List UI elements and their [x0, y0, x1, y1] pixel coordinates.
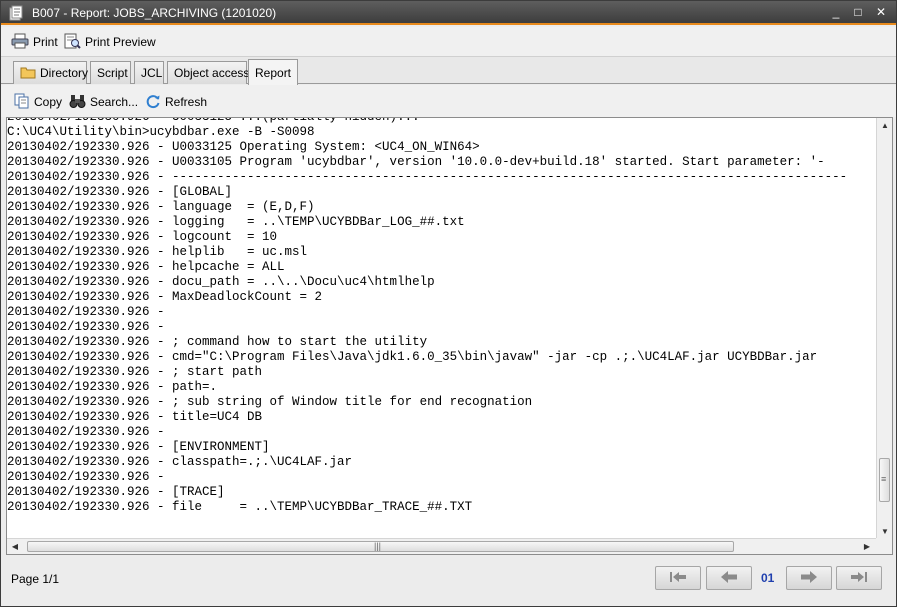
report-line: 20130402/192330.926 - [TRACE] [7, 485, 225, 499]
report-line: 20130402/192330.926 - ; command how to s… [7, 335, 428, 349]
arrow-left-icon [719, 570, 739, 587]
main-toolbar: Print Print Preview [1, 27, 896, 57]
print-preview-button[interactable]: Print Preview [63, 32, 156, 52]
window-title: B007 - Report: JOBS_ARCHIVING (1201020) [32, 6, 277, 20]
report-line: 20130402/192330.926 - path=. [7, 380, 218, 394]
binoculars-icon [69, 93, 86, 112]
copy-label: Copy [34, 95, 63, 109]
print-label: Print [33, 35, 58, 49]
current-page-number: 01 [761, 571, 775, 585]
page-indicator: Page 1/1 [11, 572, 60, 586]
report-line: 20130402/192330.926 - [ENVIRONMENT] [7, 440, 270, 454]
report-line: 20130402/192330.926 - [GLOBAL] [7, 185, 233, 199]
report-line: 20130402/192330.926 - U0033105 Program '… [7, 155, 825, 169]
grip-icon: ≡ [881, 474, 887, 484]
report-line: 20130402/192330.926 - classpath=.;.\UC4L… [7, 455, 353, 469]
print-preview-label: Print Preview [85, 35, 156, 49]
copy-button[interactable]: Copy [14, 92, 62, 112]
vertical-scrollbar[interactable]: ▲ ≡ ▼ [876, 118, 892, 540]
report-window-icon [8, 5, 24, 21]
previous-page-button[interactable] [706, 566, 752, 590]
report-toolbar: Copy Search... Refresh [1, 85, 896, 117]
status-bar: Page 1/1 01 [1, 557, 896, 606]
title-bar[interactable]: B007 - Report: JOBS_ARCHIVING (1201020) … [1, 1, 896, 25]
search-button[interactable]: Search... [69, 92, 138, 112]
report-line: 20130402/192330.926 - helpcache = ALL [7, 260, 285, 274]
report-window: B007 - Report: JOBS_ARCHIVING (1201020) … [0, 0, 897, 607]
tab-directory-label: Directory [40, 66, 89, 80]
scroll-left-arrow-icon[interactable]: ◀ [7, 539, 23, 554]
print-button[interactable]: Print [11, 32, 58, 52]
report-line: 20130402/192330.926 - language = (E,D,F) [7, 200, 315, 214]
vertical-scroll-thumb[interactable]: ≡ [879, 458, 890, 502]
tab-report[interactable]: Report [248, 59, 298, 85]
folder-icon [20, 65, 36, 82]
report-line: 20130402/192330.926 - MaxDeadlockCount =… [7, 290, 323, 304]
report-line: 20130402/192330.926 - [7, 320, 173, 334]
scroll-corner [876, 538, 892, 554]
horizontal-scrollbar[interactable]: ◀ ||| ▶ [7, 538, 876, 554]
next-page-button[interactable] [786, 566, 832, 590]
refresh-label: Refresh [165, 95, 208, 109]
report-line: 20130402/192330.926 - ; start path [7, 365, 263, 379]
last-page-button[interactable] [836, 566, 882, 590]
report-line: 20130402/192330.926 - title=UC4 DB [7, 410, 263, 424]
report-viewer[interactable]: 20130402/192330.926 - U0033125 ...(parti… [6, 117, 893, 555]
first-page-icon [668, 570, 688, 587]
report-line: 20130402/192330.926 - ------------------… [7, 170, 848, 184]
last-page-icon [849, 570, 869, 587]
report-line: 20130402/192330.926 - docu_path = ..\..\… [7, 275, 435, 289]
report-line: 20130402/192330.926 - file = ..\TEMP\UCY… [7, 500, 473, 514]
horizontal-scroll-thumb[interactable]: ||| [27, 541, 734, 552]
report-line: 20130402/192330.926 - U0033125 ...(parti… [7, 117, 420, 124]
arrow-right-icon [799, 570, 819, 587]
minimize-icon[interactable]: _ [828, 4, 844, 20]
report-line: 20130402/192330.926 - [7, 425, 173, 439]
tab-jcl[interactable]: JCL [134, 61, 164, 84]
grip-icon: ||| [374, 541, 382, 551]
tab-directory[interactable]: Directory [13, 61, 89, 84]
report-line: 20130402/192330.926 - cmd="C:\Program Fi… [7, 350, 818, 364]
report-line: 20130402/192330.926 - [7, 305, 173, 319]
tab-object-access-label: Object access [174, 66, 250, 80]
print-preview-icon [63, 33, 81, 52]
tab-report-label: Report [255, 65, 292, 80]
report-text[interactable]: 20130402/192330.926 - U0033125 ...(parti… [7, 117, 877, 540]
search-label: Search... [90, 95, 139, 109]
tab-script[interactable]: Script [90, 61, 131, 84]
close-icon[interactable]: ✕ [873, 4, 889, 20]
copy-icon [14, 93, 30, 112]
refresh-button[interactable]: Refresh [145, 92, 207, 112]
printer-icon [11, 33, 29, 52]
maximize-icon[interactable]: □ [850, 4, 866, 20]
report-line: C:\UC4\Utility\bin>ucybdbar.exe -B -S009… [7, 125, 315, 139]
report-line: 20130402/192330.926 - ; sub string of Wi… [7, 395, 533, 409]
tab-script-label: Script [97, 66, 128, 80]
scroll-up-arrow-icon[interactable]: ▲ [877, 118, 892, 134]
report-line: 20130402/192330.926 - helplib = uc.msl [7, 245, 308, 259]
report-line: 20130402/192330.926 - U0033125 Operating… [7, 140, 480, 154]
report-line: 20130402/192330.926 - logging = ..\TEMP\… [7, 215, 465, 229]
tab-bar: Directory Script JCL Object access Repor… [1, 57, 896, 85]
report-line: 20130402/192330.926 - logcount = 10 [7, 230, 278, 244]
first-page-button[interactable] [655, 566, 701, 590]
scroll-right-arrow-icon[interactable]: ▶ [859, 539, 875, 554]
refresh-icon [145, 93, 161, 112]
tab-jcl-label: JCL [141, 66, 163, 80]
report-line: 20130402/192330.926 - [7, 470, 173, 484]
tab-object-access[interactable]: Object access [167, 61, 250, 84]
